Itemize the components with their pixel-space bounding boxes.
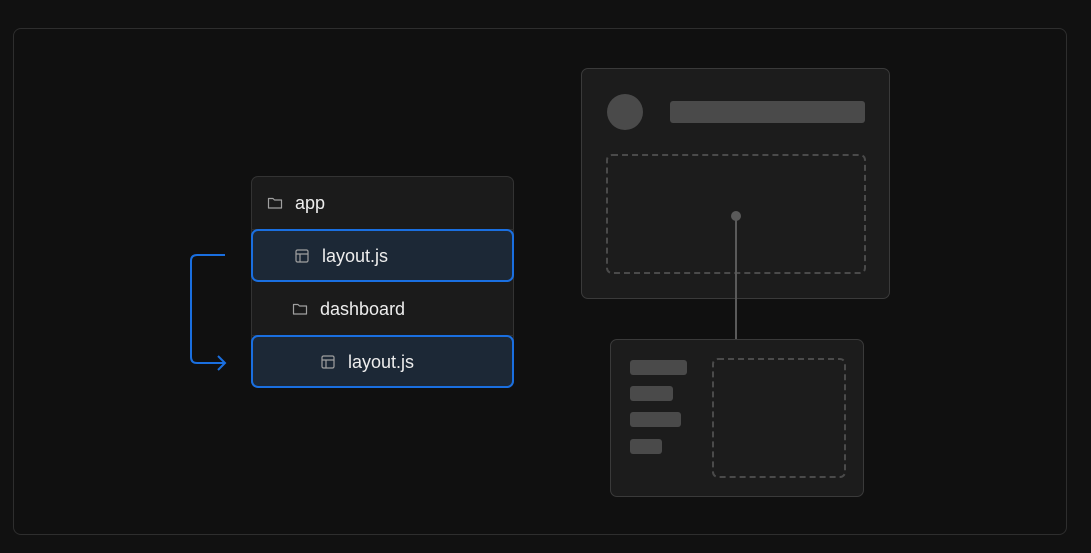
folder-icon	[267, 195, 283, 211]
folder-icon	[292, 301, 308, 317]
tree-item-app: app	[251, 177, 514, 230]
nav-item-placeholder	[630, 439, 662, 454]
tree-item-label: layout.js	[348, 351, 415, 372]
tree-item-label: app	[295, 193, 326, 213]
tree-item-label: dashboard	[320, 299, 406, 319]
tree-item-label: layout.js	[322, 245, 389, 266]
children-slot	[712, 358, 846, 478]
nav-item-placeholder	[630, 412, 681, 427]
file-tree: app layout.js dashboard layout.js	[251, 176, 514, 388]
avatar-placeholder	[607, 94, 643, 130]
layout-file-icon	[320, 354, 336, 370]
nav-item-placeholder	[630, 386, 673, 401]
header-bar-placeholder	[670, 101, 865, 123]
nesting-bracket-arrow	[190, 254, 227, 371]
diagram-frame	[13, 28, 1067, 535]
nav-item-placeholder	[630, 360, 687, 375]
connector-line	[735, 216, 737, 340]
tree-item-dashboard-layout: layout.js	[251, 335, 514, 388]
dashboard-layout-preview	[610, 339, 864, 497]
tree-item-dashboard: dashboard	[251, 283, 514, 336]
tree-item-root-layout: layout.js	[251, 229, 514, 282]
layout-file-icon	[294, 248, 310, 264]
